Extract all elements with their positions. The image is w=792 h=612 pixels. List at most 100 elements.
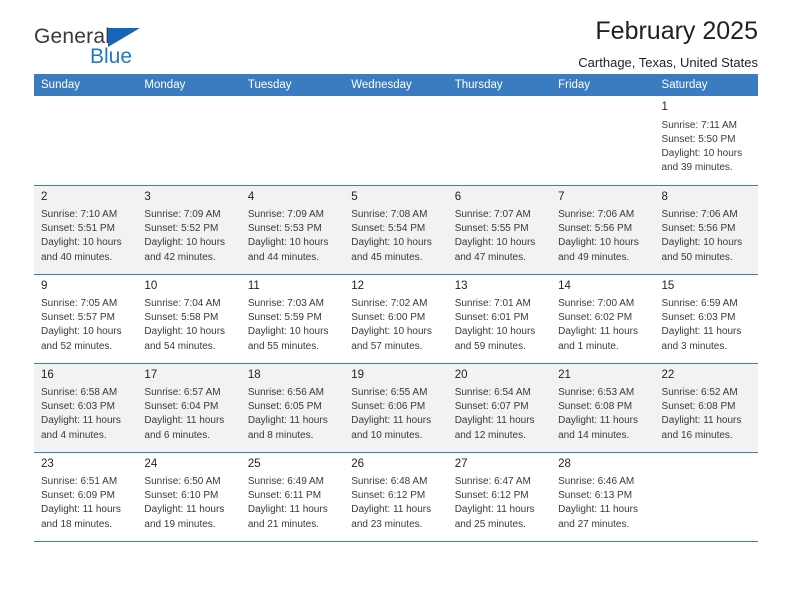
day-number: 20	[454, 368, 468, 381]
daylight-text-line2: and 1 minute.	[558, 340, 619, 352]
daylight-text-line2: and 54 minutes.	[144, 340, 216, 352]
day-number: 18	[247, 368, 261, 381]
sunset-text: Sunset: 5:53 PM	[247, 223, 322, 235]
day-number: 28	[558, 457, 571, 470]
calendar-day-cell[interactable]: 25 Sunrise: 6:49 AM Sunset: 6:11 PM Dayligh…	[240, 452, 345, 542]
general-blue-logo[interactable]: General Blue	[34, 26, 144, 72]
day-cell-inner	[34, 96, 138, 185]
calendar-day-cell[interactable]: 3 Sunrise: 7:09 AM Sunset: 5:52 PM Daylight…	[137, 185, 241, 275]
calendar-day-cell[interactable]: 7 Sunrise: 7:06 AM Sunset: 5:56 PM Daylight…	[551, 185, 655, 275]
day-number: 9	[41, 279, 48, 292]
day-sun-info: Sunrise: 6:52 AM Sunset: 6:08 PM Daylight:…	[662, 386, 751, 443]
calendar-day-cell[interactable]: 12 Sunrise: 7:02 AM Sunset: 6:00 PM Dayligh…	[344, 274, 448, 364]
calendar-day-cell[interactable]: 1 Sunrise: 7:11 AM Sunset: 5:50 PM Daylight…	[654, 96, 758, 186]
calendar-day-empty	[447, 96, 552, 186]
calendar-day-cell[interactable]: 23 Sunrise: 6:51 AM Sunset: 6:09 PM Dayligh…	[34, 452, 138, 542]
day-number: 11	[247, 279, 260, 292]
daylight-text-line1: Daylight: 11 hours	[144, 504, 225, 516]
page-title: February 2025	[595, 17, 758, 45]
sunset-text: Sunset: 6:03 PM	[661, 312, 736, 324]
calendar-day-cell[interactable]: 6 Sunrise: 7:07 AM Sunset: 5:55 PM Daylight…	[447, 185, 552, 275]
day-cell-inner: 7 Sunrise: 7:06 AM Sunset: 5:56 PM Daylight…	[551, 185, 655, 274]
daylight-text-line2: and 49 minutes.	[558, 251, 630, 263]
calendar-day-cell[interactable]: 22 Sunrise: 6:52 AM Sunset: 6:08 PM Dayligh…	[654, 363, 758, 453]
sunrise-text: Sunrise: 6:50 AM	[144, 476, 221, 488]
calendar-day-cell[interactable]: 20 Sunrise: 6:54 AM Sunset: 6:07 PM Dayligh…	[447, 363, 552, 453]
calendar-day-cell[interactable]: 9 Sunrise: 7:05 AM Sunset: 5:57 PM Daylight…	[34, 274, 138, 364]
calendar-day-cell[interactable]: 21 Sunrise: 6:53 AM Sunset: 6:08 PM Dayligh…	[551, 363, 655, 453]
weekday-header-wednesday: Wednesday	[344, 74, 448, 96]
day-sun-info: Sunrise: 7:09 AM Sunset: 5:52 PM Daylight:…	[144, 208, 233, 265]
weekday-header-friday: Friday	[551, 74, 655, 96]
sunset-text: Sunset: 5:59 PM	[247, 312, 322, 324]
daylight-text-line1: Daylight: 10 hours	[351, 326, 432, 338]
calendar-day-cell[interactable]: 19 Sunrise: 6:55 AM Sunset: 6:06 PM Dayligh…	[344, 363, 448, 453]
sunset-text: Sunset: 6:00 PM	[351, 312, 426, 324]
calendar-day-cell[interactable]: 15 Sunrise: 6:59 AM Sunset: 6:03 PM Dayligh…	[654, 274, 758, 364]
daylight-text-line1: Daylight: 10 hours	[351, 237, 432, 249]
day-cell-inner: 14 Sunrise: 7:00 AM Sunset: 6:02 PM Dayligh…	[551, 274, 655, 363]
day-number: 15	[661, 279, 675, 292]
sunset-text: Sunset: 5:54 PM	[351, 223, 426, 235]
daylight-text-line2: and 12 minutes.	[454, 429, 526, 441]
daylight-text-line2: and 16 minutes.	[661, 429, 733, 441]
calendar-day-empty	[654, 452, 758, 542]
day-sun-info: Sunrise: 6:54 AM Sunset: 6:07 PM Daylight:…	[455, 386, 544, 443]
daylight-text-line1: Daylight: 11 hours	[661, 415, 742, 427]
day-sun-info: Sunrise: 6:58 AM Sunset: 6:03 PM Daylight:…	[41, 386, 130, 443]
daylight-text-line1: Daylight: 11 hours	[454, 504, 535, 516]
calendar-day-cell[interactable]: 18 Sunrise: 6:56 AM Sunset: 6:05 PM Dayligh…	[240, 363, 345, 453]
sunrise-text: Sunrise: 7:06 AM	[661, 209, 738, 221]
sunset-text: Sunset: 6:11 PM	[247, 490, 322, 502]
calendar-day-cell[interactable]: 4 Sunrise: 7:09 AM Sunset: 5:53 PM Daylight…	[240, 185, 345, 275]
day-sun-info: Sunrise: 6:49 AM Sunset: 6:11 PM Daylight:…	[248, 475, 337, 532]
calendar-day-cell[interactable]: 26 Sunrise: 6:48 AM Sunset: 6:12 PM Dayligh…	[344, 452, 448, 542]
daylight-text-line1: Daylight: 11 hours	[351, 504, 432, 516]
calendar-day-cell[interactable]: 27 Sunrise: 6:47 AM Sunset: 6:12 PM Dayligh…	[447, 452, 552, 542]
calendar-day-cell[interactable]: 17 Sunrise: 6:57 AM Sunset: 6:04 PM Dayligh…	[137, 363, 241, 453]
day-cell-inner: 4 Sunrise: 7:09 AM Sunset: 5:53 PM Daylight…	[240, 185, 345, 274]
sunrise-text: Sunrise: 6:46 AM	[558, 476, 635, 488]
day-number: 26	[351, 457, 365, 470]
daylight-text-line1: Daylight: 11 hours	[351, 415, 432, 427]
day-sun-info: Sunrise: 6:53 AM Sunset: 6:08 PM Daylight:…	[558, 386, 647, 443]
daylight-text-line1: Daylight: 10 hours	[247, 326, 329, 338]
calendar-day-cell[interactable]: 13 Sunrise: 7:01 AM Sunset: 6:01 PM Dayligh…	[447, 274, 552, 364]
calendar-day-cell[interactable]: 14 Sunrise: 7:00 AM Sunset: 6:02 PM Dayligh…	[551, 274, 655, 364]
day-cell-inner: 12 Sunrise: 7:02 AM Sunset: 6:00 PM Dayligh…	[344, 274, 448, 363]
calendar-day-cell[interactable]: 10 Sunrise: 7:04 AM Sunset: 5:58 PM Dayligh…	[137, 274, 241, 364]
sunset-text: Sunset: 5:55 PM	[454, 223, 529, 235]
calendar-day-cell[interactable]: 28 Sunrise: 6:46 AM Sunset: 6:13 PM Dayligh…	[551, 452, 655, 542]
daylight-text-line2: and 18 minutes.	[41, 518, 113, 530]
calendar-day-cell[interactable]: 11 Sunrise: 7:03 AM Sunset: 5:59 PM Dayligh…	[240, 274, 345, 364]
calendar-day-empty	[137, 96, 241, 186]
sunrise-text: Sunrise: 6:57 AM	[144, 387, 221, 399]
daylight-text-line1: Daylight: 10 hours	[247, 237, 329, 249]
calendar-day-cell[interactable]: 8 Sunrise: 7:06 AM Sunset: 5:56 PM Daylight…	[654, 185, 758, 275]
day-number: 24	[144, 457, 158, 470]
calendar-day-cell[interactable]: 5 Sunrise: 7:08 AM Sunset: 5:54 PM Daylight…	[344, 185, 448, 275]
page-header: General Blue February 2025 Carthage, Tex…	[34, 0, 758, 74]
daylight-text-line2: and 8 minutes.	[247, 429, 314, 441]
calendar-week-row: 23 Sunrise: 6:51 AM Sunset: 6:09 PM Dayligh…	[34, 452, 758, 542]
day-sun-info: Sunrise: 7:06 AM Sunset: 5:56 PM Daylight:…	[558, 208, 647, 265]
sunrise-text: Sunrise: 7:11 AM	[661, 119, 737, 131]
day-cell-inner: 9 Sunrise: 7:05 AM Sunset: 5:57 PM Daylight…	[34, 274, 138, 363]
day-sun-info: Sunrise: 7:01 AM Sunset: 6:01 PM Daylight:…	[455, 297, 544, 354]
calendar-day-cell[interactable]: 16 Sunrise: 6:58 AM Sunset: 6:03 PM Dayligh…	[34, 363, 138, 453]
daylight-text-line1: Daylight: 10 hours	[41, 326, 122, 338]
day-number: 22	[661, 368, 675, 381]
day-number: 3	[144, 190, 151, 203]
calendar-body: 1 Sunrise: 7:11 AM Sunset: 5:50 PM Daylight…	[34, 96, 758, 542]
sunset-text: Sunset: 6:01 PM	[454, 312, 529, 324]
daylight-text-line2: and 14 minutes.	[558, 429, 630, 441]
day-number: 2	[41, 190, 48, 203]
calendar-day-cell[interactable]: 24 Sunrise: 6:50 AM Sunset: 6:10 PM Dayligh…	[137, 452, 241, 542]
sunset-text: Sunset: 5:52 PM	[144, 223, 219, 235]
sunset-text: Sunset: 6:04 PM	[144, 401, 219, 413]
sunset-text: Sunset: 6:07 PM	[454, 401, 529, 413]
daylight-text-line1: Daylight: 10 hours	[144, 237, 226, 249]
daylight-text-line1: Daylight: 11 hours	[41, 415, 121, 427]
day-sun-info: Sunrise: 7:04 AM Sunset: 5:58 PM Daylight:…	[144, 297, 233, 354]
calendar-day-cell[interactable]: 2 Sunrise: 7:10 AM Sunset: 5:51 PM Daylight…	[34, 185, 138, 275]
